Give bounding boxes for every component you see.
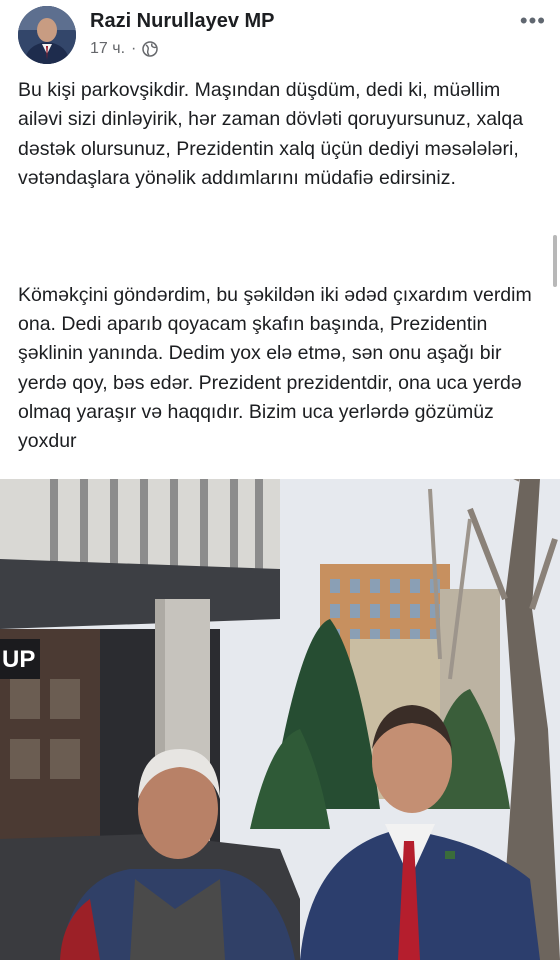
author-name[interactable]: Razi Nurullayev MP [90, 10, 275, 33]
post-time[interactable]: 17 ч. [90, 40, 125, 58]
post-paragraph-2: Köməkçini göndərdim, bu şəkildən iki ədə… [18, 283, 538, 453]
scrollbar[interactable] [553, 235, 557, 287]
post-paragraph-1: Bu kişi parkovşikdir. Maşından düşdüm, d… [18, 79, 529, 189]
post-header: Razi Nurullayev MP 17 ч. · ••• [0, 0, 560, 70]
post-body: Bu kişi parkovşikdir. Maşından düşdüm, d… [18, 76, 548, 457]
post-meta: 17 ч. · [90, 40, 159, 58]
globe-icon [142, 41, 159, 57]
meta-separator: · [131, 40, 137, 57]
more-options-icon[interactable]: ••• [520, 8, 546, 34]
storefront-sign: UP [2, 646, 35, 673]
author-avatar[interactable] [18, 6, 76, 64]
post-photo[interactable]: UP [0, 479, 560, 960]
